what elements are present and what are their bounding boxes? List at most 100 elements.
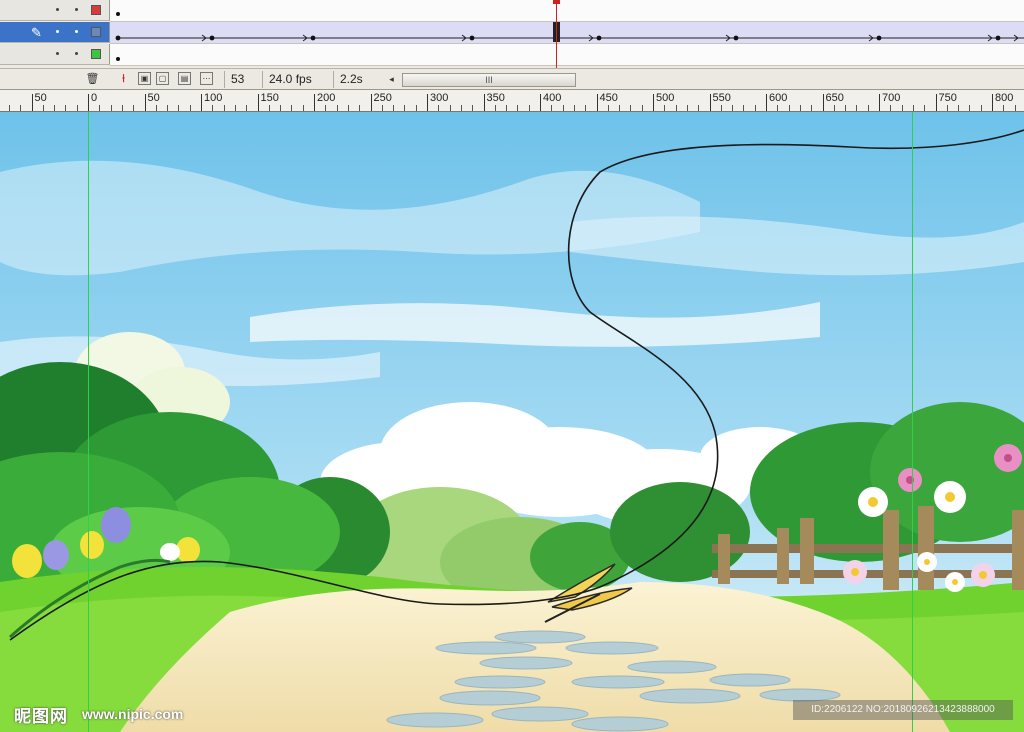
scroll-grip[interactable]: III <box>485 75 493 85</box>
ruler-tick <box>280 105 282 111</box>
keyframe-dot[interactable] <box>116 12 120 16</box>
ruler-tick <box>31 94 33 111</box>
keyframe-dot[interactable] <box>733 35 739 41</box>
edit-multiple-frames-icon[interactable]: ▤ <box>178 72 191 85</box>
keyframe-dot[interactable] <box>596 35 602 41</box>
ruler-tick <box>1003 105 1005 111</box>
ruler-tick <box>427 94 428 111</box>
ruler-tick <box>720 105 722 111</box>
ruler-tick <box>641 105 643 111</box>
ruler-label: 50 <box>34 92 47 104</box>
ruler-tick <box>302 105 304 111</box>
layer-color-swatch[interactable] <box>91 49 101 59</box>
lock-dot-icon[interactable] <box>75 52 78 55</box>
vertical-guide-line[interactable] <box>912 112 913 732</box>
keyframe-dot[interactable] <box>116 57 120 61</box>
stage-canvas[interactable]: 昵图网 www.nipic.com ID:2206122 NO:20180926… <box>0 112 1024 732</box>
ruler-tick <box>20 105 22 111</box>
ruler-tick <box>675 105 677 111</box>
ruler-label: 750 <box>938 92 957 104</box>
visibility-dot-icon[interactable] <box>56 30 59 33</box>
ruler-tick <box>562 105 564 111</box>
ruler-label: 450 <box>599 92 618 104</box>
visibility-dot-icon[interactable] <box>56 8 59 11</box>
onion-skin-icon[interactable]: ▣ <box>138 72 151 85</box>
ruler-tick <box>811 105 813 111</box>
layer-header[interactable]: ✎ <box>0 22 110 43</box>
center-frame-icon[interactable]: ⍿ <box>116 72 131 87</box>
keyframe-dot[interactable] <box>209 35 215 41</box>
keyframe-dot[interactable] <box>995 35 1001 41</box>
timeline-status-bar: 🗑 ⍿ ▣ ▢ ▤ ⋯ 53 24.0 fps 2.2s ◂ III <box>0 68 1024 90</box>
keyframe-dot[interactable] <box>310 35 316 41</box>
lock-dot-icon[interactable] <box>75 8 78 11</box>
keyframe-dot[interactable] <box>115 35 121 41</box>
ruler-label: 50 <box>147 92 160 104</box>
current-frame-field[interactable]: 53 <box>224 71 262 88</box>
keyframe-dot[interactable] <box>876 35 882 41</box>
ruler-tick <box>167 105 169 111</box>
ruler-tick <box>76 105 78 111</box>
ruler-label: 300 <box>430 92 449 104</box>
layer-row-selected[interactable]: ✎ <box>0 22 1024 44</box>
ruler-tick <box>257 94 259 111</box>
ruler-tick <box>438 105 440 111</box>
frame-strip-tween[interactable] <box>110 22 1024 44</box>
onion-outline-icon[interactable]: ▢ <box>156 72 169 85</box>
ruler-label: 700 <box>882 92 901 104</box>
ruler-tick <box>42 105 44 111</box>
onion-markers-icon[interactable]: ⋯ <box>200 72 213 85</box>
ruler-tick <box>336 105 338 111</box>
timeline-scrollbar[interactable]: III <box>402 73 576 87</box>
layer-row[interactable] <box>0 44 1024 66</box>
ruler-tick <box>133 105 135 111</box>
ruler-tick <box>8 105 10 111</box>
ruler-tick <box>653 94 654 111</box>
ruler-tick <box>189 105 191 111</box>
ruler-label: 650 <box>825 92 844 104</box>
playhead-line[interactable] <box>556 0 557 68</box>
ruler-tick <box>958 105 960 111</box>
ruler-tick <box>573 105 575 111</box>
layer-header[interactable] <box>0 0 110 21</box>
ruler-label: 500 <box>656 92 675 104</box>
ruler-tick <box>144 94 146 111</box>
layer-header[interactable] <box>0 44 110 65</box>
ruler-tick <box>88 94 89 111</box>
ruler-tick <box>370 94 372 111</box>
ruler-tick <box>291 105 293 111</box>
frame-rate-field[interactable]: 24.0 fps <box>262 71 328 88</box>
ruler-label: 250 <box>373 92 392 104</box>
ruler-tick <box>924 105 926 111</box>
ruler-tick <box>833 105 835 111</box>
ruler-tick <box>314 94 315 111</box>
ruler-label: 400 <box>543 92 562 104</box>
frame-strip[interactable] <box>110 0 1024 22</box>
ruler-tick <box>506 105 508 111</box>
visibility-dot-icon[interactable] <box>56 52 59 55</box>
keyframe-dot[interactable] <box>469 35 475 41</box>
ruler-tick <box>686 105 688 111</box>
watermark-id: ID:2206122 NO:20180926213423888000 <box>793 700 1013 720</box>
layer-color-swatch[interactable] <box>91 27 101 37</box>
ruler-label: 800 <box>995 92 1014 104</box>
trash-icon[interactable]: 🗑 <box>85 72 100 87</box>
ruler-tick <box>935 94 937 111</box>
ruler-label: 200 <box>317 92 336 104</box>
frame-strip[interactable] <box>110 44 1024 66</box>
layer-row[interactable] <box>0 0 1024 22</box>
ruler-label: 100 <box>204 92 223 104</box>
lock-dot-icon[interactable] <box>75 30 78 33</box>
ruler-tick <box>709 94 711 111</box>
ruler-tick <box>912 105 914 111</box>
scene-artwork <box>0 112 1024 732</box>
ruler-tick <box>777 105 779 111</box>
ruler-tick <box>788 105 790 111</box>
scroll-left-icon[interactable]: ◂ <box>384 72 399 87</box>
tween-arrows <box>115 34 1024 42</box>
vertical-guide-line[interactable] <box>88 112 89 732</box>
ruler-tick <box>799 105 801 111</box>
ruler-tick <box>460 105 462 111</box>
layer-color-swatch[interactable] <box>91 5 101 15</box>
ruler-label: 600 <box>769 92 788 104</box>
